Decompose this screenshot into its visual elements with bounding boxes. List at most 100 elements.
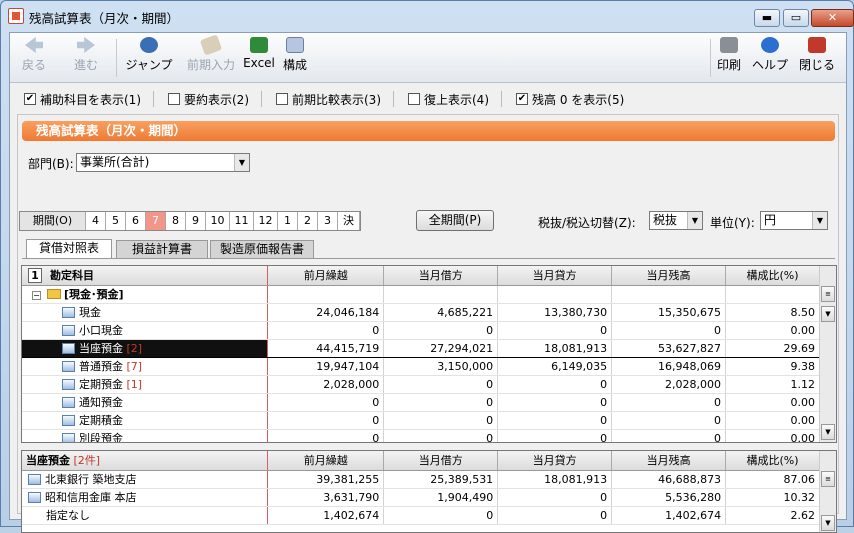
all-period-button[interactable]: 全期間(P) <box>416 210 494 231</box>
tab-cost-report[interactable]: 製造原価報告書 <box>210 240 314 258</box>
help-button[interactable]: ヘルプ <box>750 37 790 73</box>
period-month-9[interactable]: 9 <box>186 212 206 230</box>
table-row[interactable]: 昭和信用金庫 本店 3,631,790 1,904,490 0 5,536,280 10.… <box>22 488 820 507</box>
sheet-icon <box>62 325 75 336</box>
tab-balance-sheet[interactable]: 貸借対照表 <box>26 239 112 258</box>
table-row[interactable]: 定期積金 0 0 0 0 0.00 <box>22 411 820 430</box>
cell: 18,081,913 <box>497 338 613 358</box>
option-label: 前期比較表示(3) <box>292 92 381 107</box>
column-header[interactable]: 当月借方 <box>383 266 499 286</box>
cell: 0 <box>611 411 727 430</box>
sheet-icon <box>62 415 75 426</box>
excel-button[interactable]: Excel <box>242 37 276 70</box>
toolbar-separator <box>710 39 711 77</box>
tab-income-statement[interactable]: 損益計算書 <box>116 240 208 258</box>
scroll-down-arrow[interactable]: ▼ <box>821 306 835 322</box>
layout-button[interactable]: 構成 <box>280 37 310 73</box>
print-button[interactable]: 印刷 <box>714 37 744 73</box>
period-month-2[interactable]: 2 <box>298 212 318 230</box>
back-button[interactable]: 戻る <box>16 37 52 73</box>
table-row[interactable]: 定期預金 [1] 2,028,000 0 0 2,028,000 1.12 <box>22 375 820 394</box>
cell: 0 <box>267 429 385 442</box>
collapse-icon[interactable]: − <box>32 291 41 300</box>
period-month-1[interactable]: 1 <box>278 212 298 230</box>
scroll-down-arrow[interactable]: ▼ <box>821 424 835 440</box>
options-bar: ✔ 補助科目を表示(1) 要約表示(2) 前期比較表示(3) 復上表示(4) ✔ 残高 0 … <box>10 84 846 114</box>
column-header[interactable]: 前月繰越 <box>267 266 385 286</box>
option-separator <box>153 91 154 107</box>
table-row[interactable]: 別段預金 0 0 0 0 0.00 <box>22 429 820 442</box>
forward-button[interactable]: 進む <box>68 37 104 73</box>
table-row[interactable]: 現金 24,046,184 4,685,221 13,380,730 15,350,6… <box>22 303 820 322</box>
unit-select[interactable]: 円 ▼ <box>760 211 828 230</box>
scroll-thumb[interactable]: ≡ <box>821 286 835 302</box>
account-name: 定期預金 <box>79 378 123 391</box>
checkbox[interactable] <box>276 93 288 105</box>
sub-account-grid: 当座預金 [2件] 前月繰越 当月借方 当月貸方 当月残高 構成比(%) 北東銀行 築地支… <box>21 450 837 533</box>
column-header[interactable]: 前月繰越 <box>267 451 385 471</box>
client-area: 戻る 進む ジャンプ 前期入力 Excel 構成 印刷 ヘルプ 閉じる ✔ 補助科… <box>9 32 847 533</box>
cell: 3,150,000 <box>383 357 499 376</box>
option-2[interactable]: 要約表示(2) <box>168 91 249 108</box>
table-row[interactable]: 小口現金 0 0 0 0 0.00 <box>22 321 820 340</box>
cell: 0 <box>383 506 499 525</box>
period-month-8[interactable]: 8 <box>166 212 186 230</box>
group-row[interactable]: − [現金･預金] <box>22 285 820 304</box>
period-month-5[interactable]: 5 <box>106 212 126 230</box>
column-header[interactable]: 当座預金 [2件] <box>22 451 269 471</box>
vertical-scrollbar[interactable]: ≡ ▼ ▼ <box>819 266 836 442</box>
checkbox[interactable] <box>408 93 420 105</box>
column-header[interactable]: 1 勘定科目 <box>22 266 269 286</box>
column-header[interactable]: 当月貸方 <box>497 266 613 286</box>
jump-button[interactable]: ジャンプ <box>122 37 176 73</box>
column-header[interactable]: 当月借方 <box>383 451 499 471</box>
table-row[interactable]: 北東銀行 築地支店 39,381,255 25,389,531 18,081,913 4… <box>22 470 820 489</box>
tax-select[interactable]: 税抜 ▼ <box>649 211 703 230</box>
checkbox[interactable]: ✔ <box>24 93 36 105</box>
cell: 1.12 <box>725 375 820 394</box>
close-button[interactable]: 閉じる <box>796 37 838 73</box>
cell: 44,415,719 <box>267 338 385 358</box>
period-month-3[interactable]: 3 <box>318 212 338 230</box>
column-header[interactable]: 当月残高 <box>611 266 727 286</box>
period-month-12[interactable]: 12 <box>254 212 278 230</box>
table-row[interactable]: 指定なし 1,402,674 0 0 1,402,674 2.62 <box>22 506 820 525</box>
period-month-11[interactable]: 11 <box>230 212 254 230</box>
maximize-button[interactable]: ▭ <box>783 9 809 27</box>
excel-icon <box>250 37 268 53</box>
scroll-thumb[interactable]: ≡ <box>821 471 835 487</box>
table-row[interactable]: 普通預金 [7] 19,947,104 3,150,000 6,149,035 16,9… <box>22 357 820 376</box>
vertical-scrollbar[interactable]: ≡ ▼ <box>819 451 836 532</box>
column-header[interactable]: 構成比(%) <box>725 451 820 471</box>
period-month-6[interactable]: 6 <box>126 212 146 230</box>
column-header[interactable]: 当月貸方 <box>497 451 613 471</box>
period-month-決[interactable]: 決 <box>338 212 360 230</box>
period-month-7[interactable]: 7 <box>146 212 166 230</box>
account-table: 1 勘定科目 前月繰越 当月借方 当月貸方 当月残高 構成比(%) − [現金･預金] 現金 2… <box>22 266 820 442</box>
cell: 0 <box>383 393 499 412</box>
cell: 0 <box>497 411 613 430</box>
option-4[interactable]: 復上表示(4) <box>408 91 489 108</box>
column-header[interactable]: 構成比(%) <box>725 266 820 286</box>
period-month-10[interactable]: 10 <box>206 212 230 230</box>
option-1[interactable]: ✔ 補助科目を表示(1) <box>24 91 141 108</box>
dept-select[interactable]: 事業所(合計) ▼ <box>76 153 250 172</box>
back-arrow-icon <box>25 37 43 53</box>
cell: 6,149,035 <box>497 357 613 376</box>
option-3[interactable]: 前期比較表示(3) <box>276 91 381 108</box>
checkbox[interactable]: ✔ <box>516 93 528 105</box>
table-row[interactable]: 当座預金 [2] 44,415,719 27,294,021 18,081,913 53… <box>22 338 820 358</box>
option-separator <box>261 91 262 107</box>
column-header[interactable]: 当月残高 <box>611 451 727 471</box>
close-window-button[interactable]: ✕ <box>811 9 854 27</box>
cell: 8.50 <box>725 303 820 322</box>
prev-input-button[interactable]: 前期入力 <box>184 34 238 73</box>
minimize-button[interactable]: ▬ <box>754 9 780 27</box>
table-row[interactable]: 通知預金 0 0 0 0 0.00 <box>22 393 820 412</box>
option-5[interactable]: ✔ 残高 0 を表示(5) <box>516 91 624 108</box>
sheet-icon <box>62 433 75 442</box>
scroll-down-arrow[interactable]: ▼ <box>821 515 835 531</box>
period-month-4[interactable]: 4 <box>86 212 106 230</box>
checkbox[interactable] <box>168 93 180 105</box>
cell: 0 <box>267 393 385 412</box>
